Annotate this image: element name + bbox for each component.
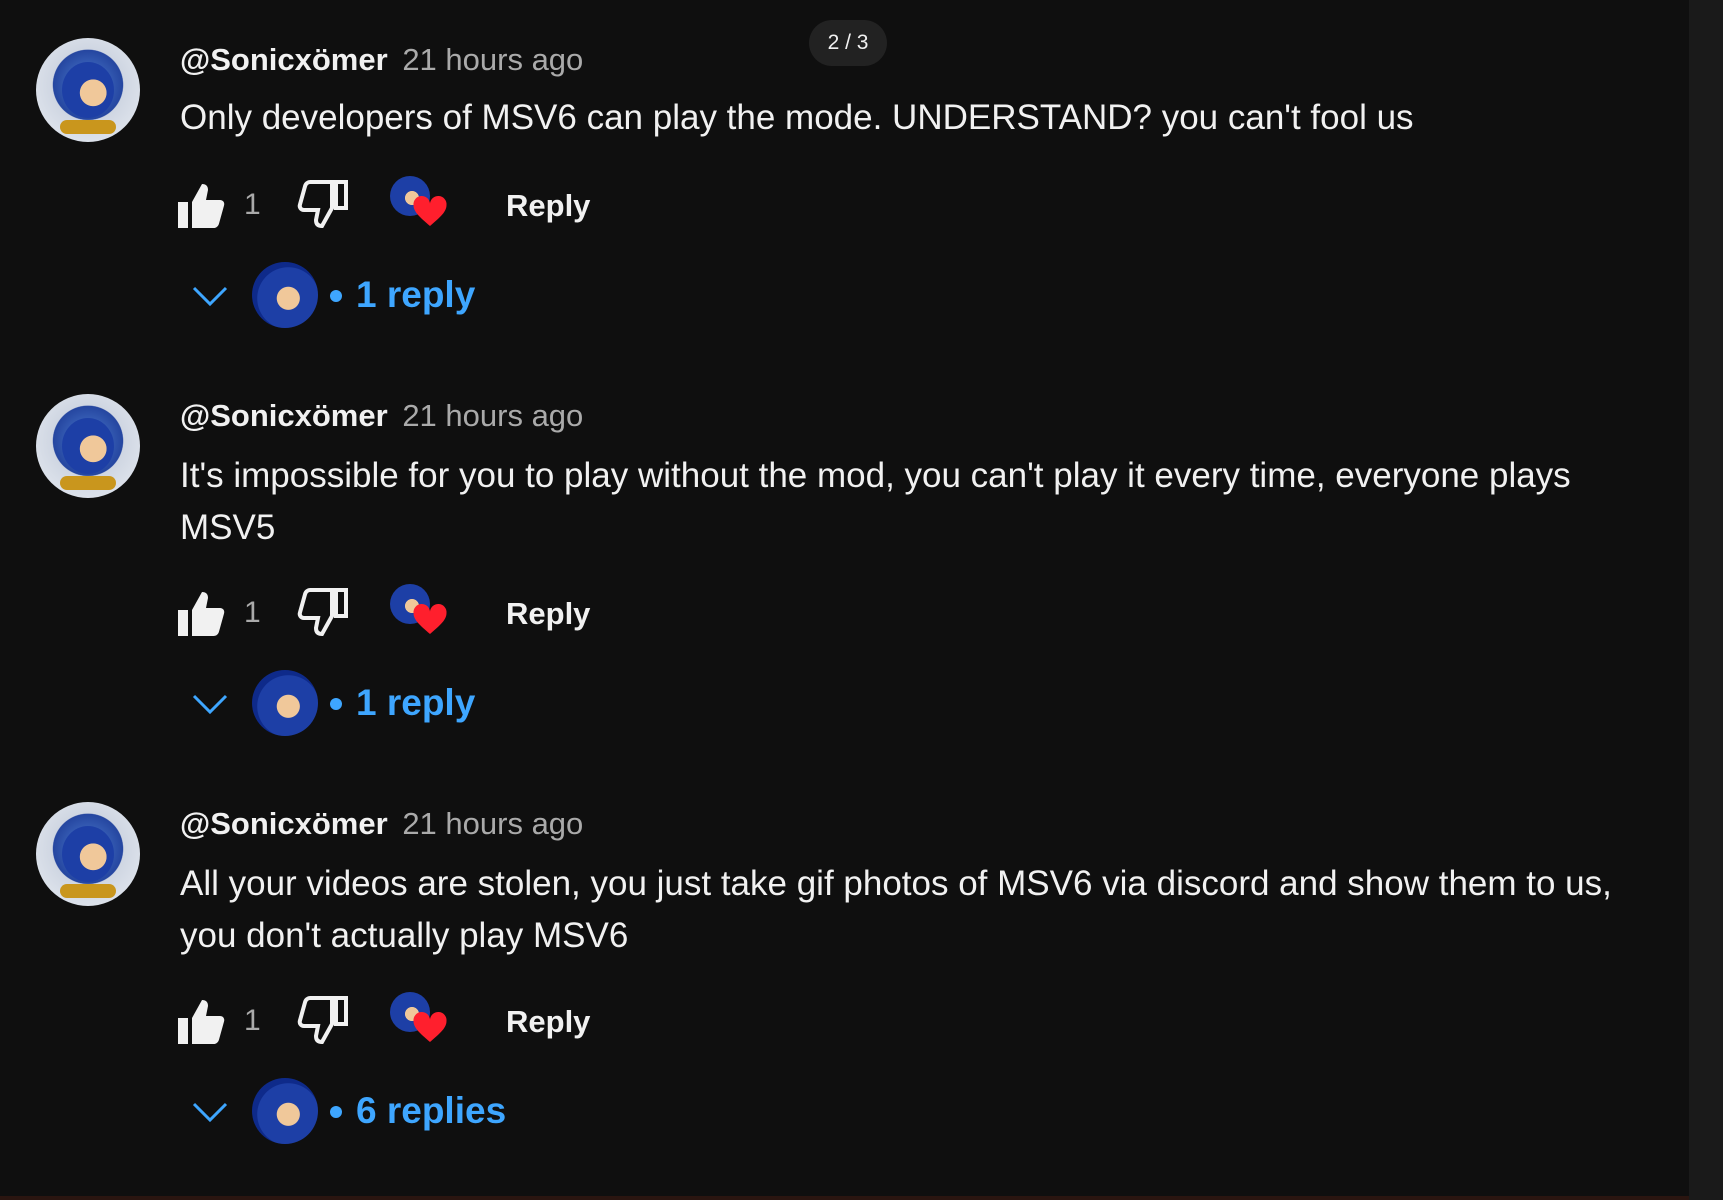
- avatar-face: [62, 62, 114, 118]
- chevron-down-icon: [192, 1102, 228, 1123]
- reply-button[interactable]: Reply: [506, 596, 590, 632]
- avatar[interactable]: [36, 802, 140, 906]
- like-count: 1: [244, 1004, 261, 1037]
- comment-time[interactable]: 21 hours ago: [402, 42, 583, 77]
- thumbs-up-icon[interactable]: [176, 590, 228, 638]
- comment-actions: 1 Reply: [176, 176, 696, 236]
- comment-text: It's impossible for you to play without …: [180, 456, 1571, 547]
- view-replies-button[interactable]: 1 reply: [190, 262, 590, 332]
- chevron-down-icon: [192, 694, 228, 715]
- thumbs-down-icon[interactable]: [296, 588, 348, 636]
- separator-dot: [330, 698, 342, 710]
- bottom-divider: [0, 1196, 1689, 1200]
- heart-icon: [413, 1011, 447, 1042]
- comment-text: All your videos are stolen, you just tak…: [180, 864, 1612, 955]
- thumbs-up-icon[interactable]: [176, 182, 228, 230]
- creator-heart: [390, 584, 452, 644]
- avatar-face: [62, 826, 114, 882]
- avatar-emblem: [60, 884, 116, 898]
- thumbs-down-icon[interactable]: [296, 180, 348, 228]
- separator-dot: [330, 1106, 342, 1118]
- page-indicator: 2 / 3: [809, 20, 887, 66]
- view-replies-button[interactable]: 1 reply: [190, 670, 590, 740]
- heart-icon: [413, 603, 447, 634]
- thumbs-up-icon[interactable]: [176, 998, 228, 1046]
- reply-button[interactable]: Reply: [506, 188, 590, 224]
- reply-avatar: [252, 1078, 318, 1144]
- creator-heart: [390, 176, 452, 236]
- avatar[interactable]: [36, 394, 140, 498]
- avatar-emblem: [60, 120, 116, 134]
- comment-text: Only developers of MSV6 can play the mod…: [180, 98, 1414, 137]
- thumbs-down-icon[interactable]: [296, 996, 348, 1044]
- comment-actions: 1 Reply: [176, 992, 696, 1052]
- reply-avatar: [252, 262, 318, 328]
- chevron-down-icon: [192, 286, 228, 307]
- avatar[interactable]: [36, 38, 140, 142]
- author-name[interactable]: @Sonicxömer: [180, 806, 388, 841]
- reply-button[interactable]: Reply: [506, 1004, 590, 1040]
- comment-header: @Sonicxömer 21 hours ago: [180, 398, 583, 434]
- creator-heart: [390, 992, 452, 1052]
- separator-dot: [330, 290, 342, 302]
- author-name[interactable]: @Sonicxömer: [180, 398, 388, 433]
- like-count: 1: [244, 596, 261, 629]
- comment-header: @Sonicxömer 21 hours ago: [180, 42, 583, 78]
- view-replies-button[interactable]: 6 replies: [190, 1078, 590, 1148]
- comment-time[interactable]: 21 hours ago: [402, 398, 583, 433]
- reply-avatar: [252, 670, 318, 736]
- avatar-emblem: [60, 476, 116, 490]
- like-count: 1: [244, 188, 261, 221]
- comment-time[interactable]: 21 hours ago: [402, 806, 583, 841]
- heart-icon: [413, 195, 447, 226]
- comment-header: @Sonicxömer 21 hours ago: [180, 806, 583, 842]
- comments-panel: 2 / 3 @Sonicxömer 21 hours ago Only deve…: [0, 0, 1723, 1200]
- scrollbar-track[interactable]: [1689, 0, 1723, 1200]
- author-name[interactable]: @Sonicxömer: [180, 42, 388, 77]
- replies-count[interactable]: 6 replies: [356, 1090, 506, 1132]
- replies-count[interactable]: 1 reply: [356, 682, 475, 724]
- comment-actions: 1 Reply: [176, 584, 696, 644]
- avatar-face: [62, 418, 114, 474]
- replies-count[interactable]: 1 reply: [356, 274, 475, 316]
